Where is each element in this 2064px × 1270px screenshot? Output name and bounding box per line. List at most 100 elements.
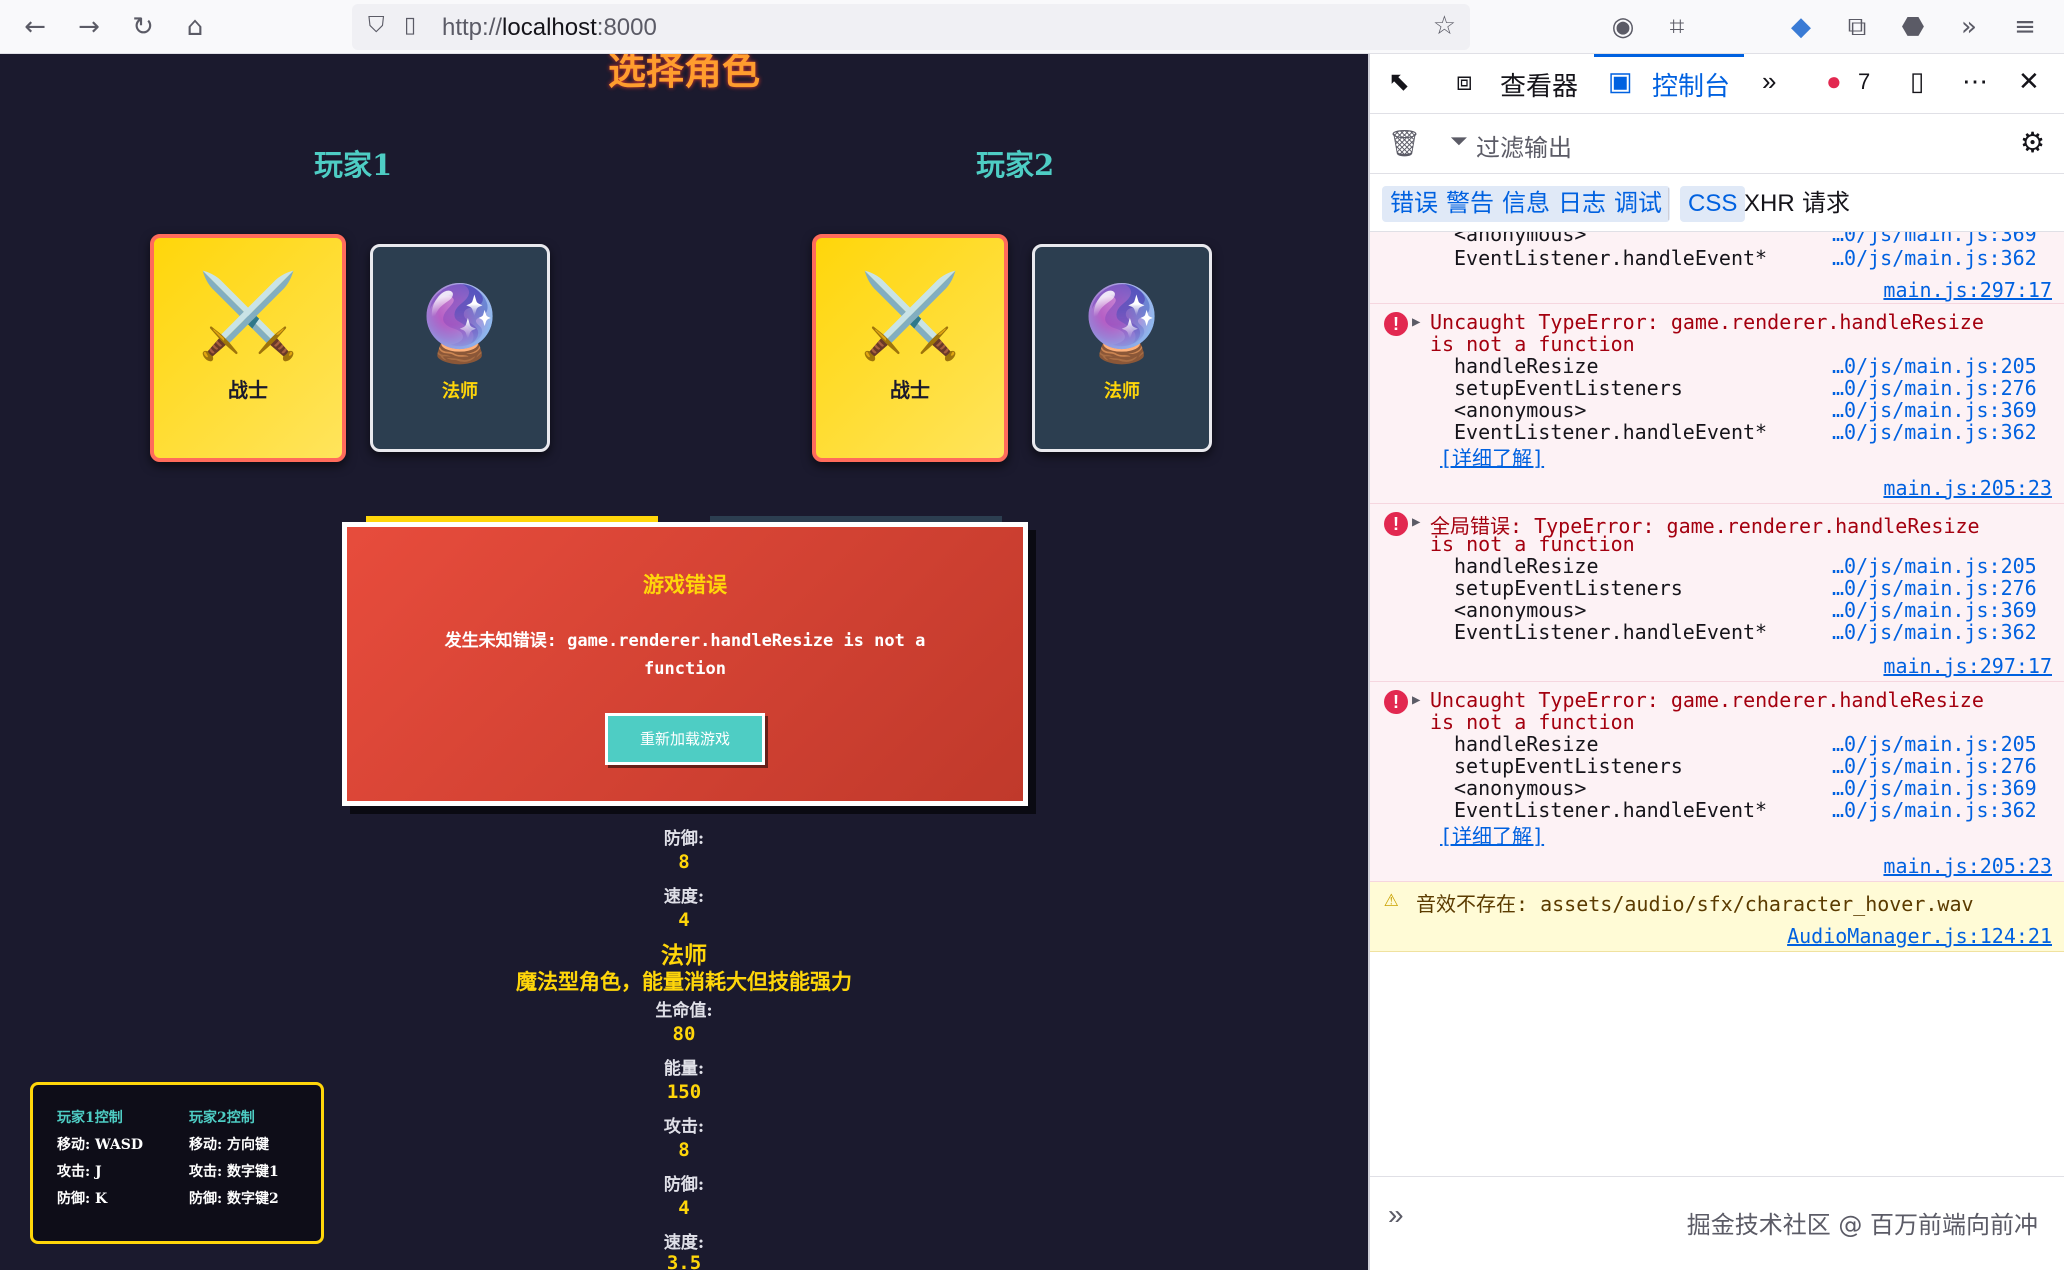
player2-label: 玩家2 bbox=[976, 148, 1055, 182]
cat-info[interactable]: 信息 bbox=[1494, 186, 1558, 222]
prompt-chevron-icon: » bbox=[1388, 1199, 1404, 1230]
cat-errors[interactable]: 错误 bbox=[1382, 186, 1446, 222]
cat-debug[interactable]: 调试 bbox=[1606, 186, 1670, 222]
source-link[interactable]: main.js:205:23 bbox=[1883, 854, 2052, 878]
error-text: Uncaught TypeError: game.renderer.handle… bbox=[1430, 688, 1984, 712]
tab-inspector[interactable]: 查看器 bbox=[1500, 66, 1578, 103]
source-link[interactable]: main.js:297:17 bbox=[1883, 278, 2052, 302]
console-error-message: ! ▶ Uncaught TypeError: game.renderer.ha… bbox=[1370, 304, 2064, 504]
stack-frame-location[interactable]: …0/js/main.js:369 bbox=[1832, 398, 2037, 422]
stack-frame-location[interactable]: …0/js/main.js:369 bbox=[1832, 598, 2037, 622]
source-link[interactable]: main.js:297:17 bbox=[1883, 654, 2052, 678]
menu-icon[interactable]: ≡ bbox=[2006, 8, 2044, 46]
url-scheme: http:// bbox=[442, 14, 503, 41]
stack-frame-fn: setupEventListeners bbox=[1454, 754, 1683, 778]
extensions-icon[interactable]: ⧉ bbox=[1838, 8, 1876, 46]
page-icon[interactable]: ▯ bbox=[404, 13, 416, 38]
p2-defend: 防御: 数字键2 bbox=[189, 1191, 279, 1207]
filter-input[interactable]: 过滤输出 bbox=[1476, 128, 1572, 163]
mage-speed-value: 3.5 bbox=[666, 1252, 702, 1270]
game-title: 选择角色 bbox=[607, 54, 760, 93]
extension-shield-icon[interactable]: ◆ bbox=[1782, 8, 1820, 46]
crossed-swords-icon: ⚔️ bbox=[858, 269, 962, 364]
url-port: :8000 bbox=[596, 14, 657, 41]
back-arrow-icon[interactable]: ← bbox=[16, 8, 54, 46]
close-icon[interactable]: ✕ bbox=[2018, 66, 2040, 97]
stack-frame-location[interactable]: …0/js/main.js:205 bbox=[1832, 554, 2037, 578]
stack-frame-fn: <anonymous> bbox=[1454, 598, 1587, 622]
warrior-name: 战士 bbox=[228, 378, 268, 402]
expand-twisty-icon[interactable]: ▶ bbox=[1412, 314, 1420, 330]
error-modal-title: 游戏错误 bbox=[643, 572, 727, 597]
element-picker-icon[interactable]: ⬉ bbox=[1388, 66, 1410, 97]
stack-frame-location[interactable]: …0/js/main.js:276 bbox=[1832, 576, 2037, 600]
p2-warrior-card[interactable]: ⚔️ 战士 bbox=[812, 234, 1008, 462]
cat-xhr[interactable]: XHR bbox=[1736, 186, 1803, 222]
learn-more-link[interactable]: [详细了解] bbox=[1440, 442, 1544, 471]
defense-label: 防御: bbox=[663, 829, 705, 849]
reload-game-button[interactable]: 重新加载游戏 bbox=[605, 713, 765, 765]
stack-frame-location[interactable]: …0/js/main.js:205 bbox=[1832, 732, 2037, 756]
stack-frame-fn: <anonymous> bbox=[1454, 232, 1587, 246]
p1-mage-card[interactable]: 🔮 法师 bbox=[370, 244, 550, 452]
address-bar[interactable]: ⛉ ▯ http://localhost:8000 ☆ bbox=[352, 4, 1470, 50]
settings-gear-icon[interactable]: ⚙ bbox=[2020, 126, 2045, 159]
more-tools-icon[interactable]: » bbox=[1950, 8, 1988, 46]
stack-frame-location[interactable]: …0/js/main.js:276 bbox=[1832, 754, 2037, 778]
expand-twisty-icon[interactable]: ▶ bbox=[1412, 514, 1420, 530]
more-options-icon[interactable]: ⋯ bbox=[1962, 66, 1988, 97]
stack-frame-location[interactable]: …0/js/main.js:276 bbox=[1832, 376, 2037, 400]
extension-puzzle-icon[interactable]: ⬣ bbox=[1894, 8, 1932, 46]
mage-name: 法师 bbox=[442, 381, 478, 402]
trash-icon[interactable]: 🗑 bbox=[1388, 128, 1421, 159]
cat-logs[interactable]: 日志 bbox=[1550, 186, 1614, 222]
hp-value: 80 bbox=[672, 1023, 696, 1045]
error-count-icon[interactable]: ● bbox=[1826, 66, 1842, 97]
controls-panel: 玩家1控制 移动: WASD 攻击: J 防御: K 玩家2控制 移动: 方向键… bbox=[30, 1082, 324, 1244]
stack-frame-location[interactable]: …0/js/main.js:362 bbox=[1832, 420, 2037, 444]
cat-requests[interactable]: 请求 bbox=[1794, 186, 1858, 222]
learn-more-link[interactable]: [详细了解] bbox=[1440, 820, 1544, 849]
hp-label: 生命值: bbox=[655, 1001, 713, 1021]
inspector-icon[interactable]: ⧈ bbox=[1456, 66, 1473, 98]
p2-move: 移动: 方向键 bbox=[189, 1137, 270, 1153]
error-count[interactable]: 7 bbox=[1858, 69, 1870, 95]
filter-icon: ⏷ bbox=[1450, 128, 1468, 153]
url-text[interactable]: http://localhost:8000 bbox=[442, 14, 657, 42]
shield-icon[interactable]: ⛉ bbox=[368, 13, 385, 38]
error-text: is not a function bbox=[1430, 710, 1635, 734]
crop-icon[interactable]: ⌗ bbox=[1658, 8, 1696, 46]
cat-divider bbox=[1668, 188, 1669, 220]
bookmark-star-icon[interactable]: ☆ bbox=[1433, 11, 1456, 41]
stack-frame-fn: <anonymous> bbox=[1454, 776, 1587, 800]
stack-frame-location[interactable]: …0/js/main.js:362 bbox=[1832, 620, 2037, 644]
responsive-design-icon[interactable]: ▯ bbox=[1910, 66, 1924, 97]
url-host: localhost bbox=[502, 14, 597, 41]
stack-frame-location[interactable]: …0/js/main.js:362 bbox=[1832, 798, 2037, 822]
expand-twisty-icon[interactable]: ▶ bbox=[1412, 692, 1420, 708]
speed-value: 4 bbox=[678, 909, 690, 931]
stack-frame-fn: setupEventListeners bbox=[1454, 376, 1683, 400]
console-filter-bar: 🗑 ⏷ 过滤输出 ⚙ bbox=[1370, 114, 2064, 174]
source-link[interactable]: main.js:205:23 bbox=[1883, 476, 2052, 500]
more-tabs-icon[interactable]: » bbox=[1762, 66, 1776, 97]
stack-frame-location[interactable]: …0/js/main.js:205 bbox=[1832, 354, 2037, 378]
p2-mage-card[interactable]: 🔮 法师 bbox=[1032, 244, 1212, 452]
p1-controls: 玩家1控制 移动: WASD 攻击: J 防御: K bbox=[57, 1107, 143, 1215]
account-icon[interactable]: ◉ bbox=[1604, 8, 1642, 46]
tab-console[interactable]: 控制台 bbox=[1652, 66, 1730, 103]
source-link[interactable]: AudioManager.js:124:21 bbox=[1787, 924, 2052, 948]
stack-frame-location[interactable]: …0/js/main.js:369 bbox=[1832, 232, 2037, 246]
p1-warrior-card[interactable]: ⚔️ 战士 bbox=[150, 234, 346, 462]
reload-icon[interactable]: ↻ bbox=[124, 8, 162, 46]
p2-attack: 攻击: 数字键1 bbox=[189, 1164, 279, 1180]
console-input[interactable]: » 掘金技术社区 @ 百万前端向前冲 bbox=[1370, 1176, 2064, 1270]
stack-frame-location[interactable]: …0/js/main.js:369 bbox=[1832, 776, 2037, 800]
console-categories: 错误 警告 信息 日志 调试 CSS XHR 请求 bbox=[1370, 174, 2064, 232]
forward-arrow-icon[interactable]: → bbox=[70, 8, 108, 46]
home-icon[interactable]: ⌂ bbox=[176, 8, 214, 46]
stack-frame-location[interactable]: …0/js/main.js:362 bbox=[1832, 246, 2037, 270]
console-icon[interactable]: ▣ bbox=[1608, 66, 1633, 97]
cat-warnings[interactable]: 警告 bbox=[1438, 186, 1502, 222]
stack-frame-fn: EventListener.handleEvent* bbox=[1454, 798, 1768, 822]
